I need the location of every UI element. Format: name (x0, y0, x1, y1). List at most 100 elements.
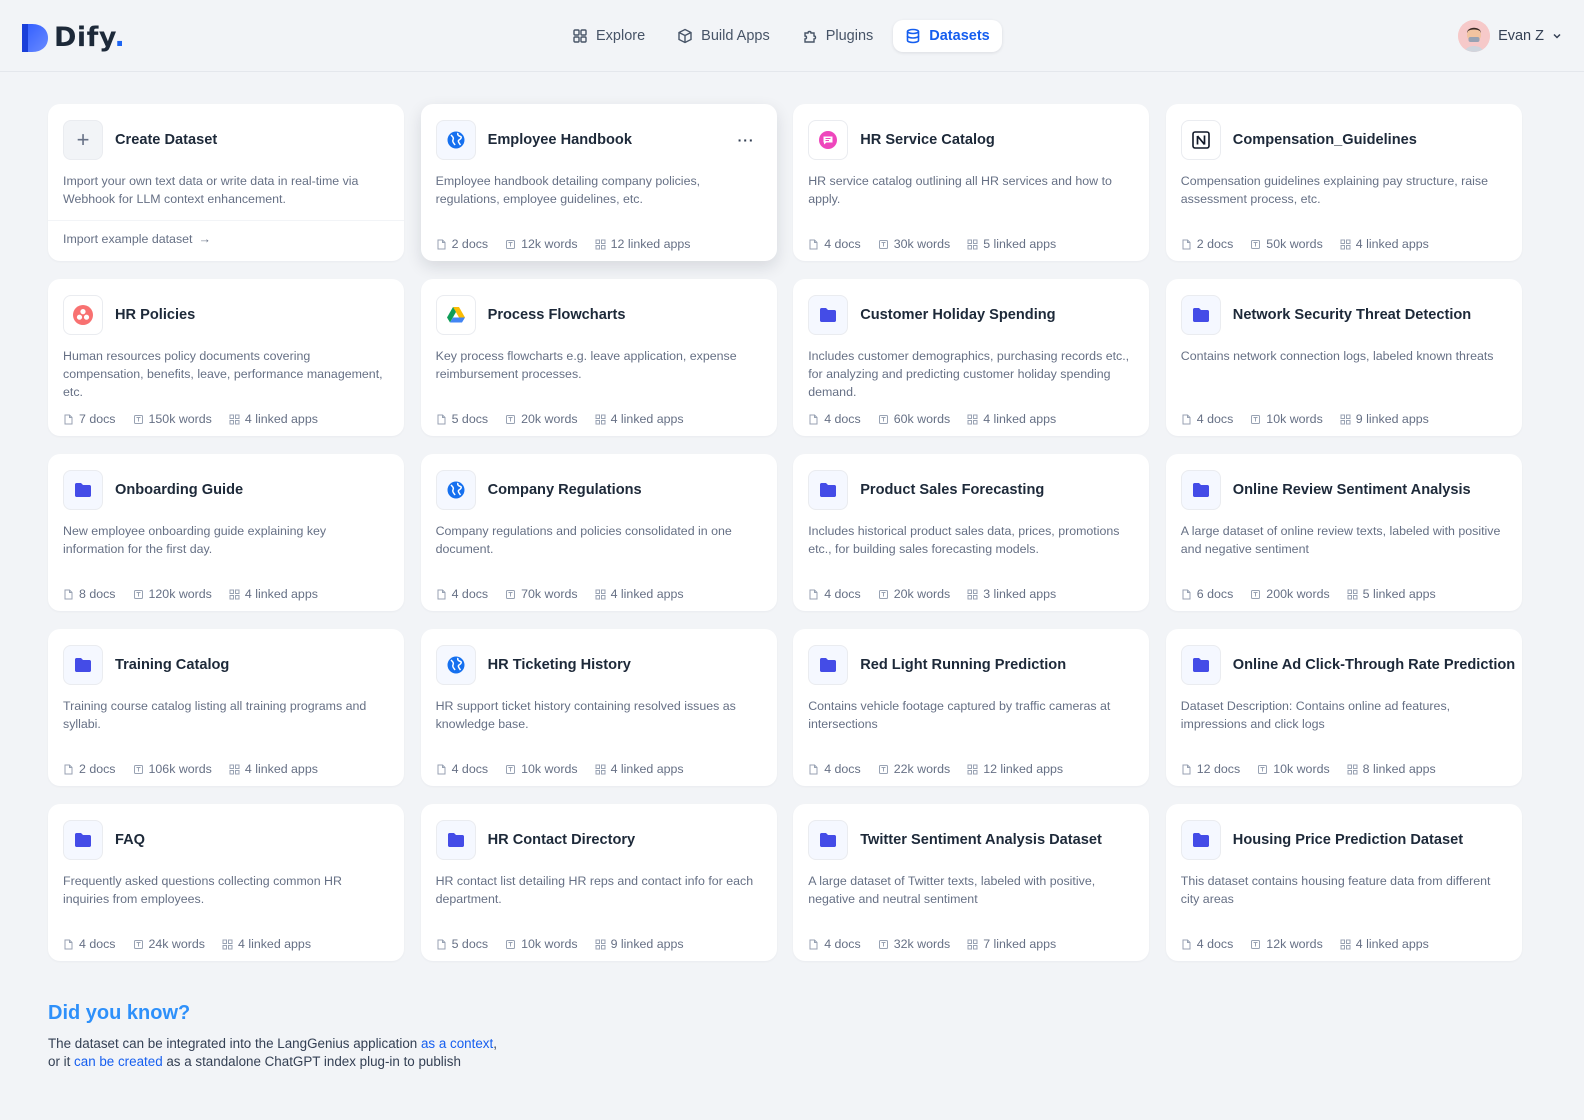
can-be-created-link[interactable]: can be created (74, 1054, 163, 1069)
dataset-meta: 5 docs 10k words 9 linked apps (436, 937, 684, 951)
dataset-meta: 5 docs 20k words 4 linked apps (436, 412, 684, 426)
create-dataset-head: + Create Dataset (63, 120, 389, 160)
linked-apps-text: 12 linked apps (983, 762, 1064, 776)
doc-count-text: 2 docs (79, 762, 116, 776)
nav-build-apps[interactable]: Build Apps (665, 20, 782, 52)
app-logo[interactable]: Dify. (22, 22, 125, 53)
dataset-card-head: Onboarding Guide (63, 470, 389, 510)
linked-apps-text: 4 linked apps (1355, 937, 1429, 951)
linked-apps: 8 linked apps (1347, 762, 1436, 776)
apps-grid-icon (967, 589, 978, 600)
dataset-title: Network Security Threat Detection (1232, 307, 1472, 323)
doc-count: 4 docs (1181, 412, 1234, 426)
dataset-description: Key process flowcharts e.g. leave applic… (435, 349, 737, 381)
doc-count-text: 5 docs (451, 937, 489, 951)
dataset-card-hr-contact-directory[interactable]: HR Contact Directory HR contact list deta… (420, 804, 777, 961)
dataset-card-company-regulations[interactable]: Company Regulations Company regulations a… (420, 454, 777, 611)
doc-count-text: 5 docs (451, 412, 489, 426)
dataset-description: Includes customer demographics, purchasi… (808, 349, 1130, 399)
notion-icon (1180, 120, 1221, 160)
document-icon (1181, 589, 1192, 600)
doc-count-text: 8 docs (79, 587, 116, 601)
dataset-description: New employee onboarding guide explaining… (63, 524, 327, 556)
dataset-card-online-ad-click-through-rate-prediction[interactable]: Online Ad Click-Through Rate Prediction D… (1165, 629, 1522, 786)
user-menu[interactable]: Evan Z (1458, 20, 1562, 52)
dataset-card-product-sales-forecasting[interactable]: Product Sales Forecasting Includes histo… (793, 454, 1150, 611)
dataset-card-head: Twitter Sentiment Analysis Dataset (808, 820, 1134, 860)
dataset-card-faq[interactable]: FAQ Frequently asked questions collecting… (48, 804, 404, 961)
dataset-card-employee-handbook[interactable]: Employee Handbook ··· Employee handbook de… (420, 104, 777, 261)
doc-count: 4 docs (808, 412, 861, 426)
apps-grid-icon (1347, 764, 1358, 775)
more-options-icon[interactable]: ··· (738, 132, 755, 148)
dataset-description: Dataset Description: Contains online ad … (1180, 699, 1451, 731)
create-dataset-card[interactable]: + Create Dataset Import your own text da… (48, 104, 404, 261)
dataset-card-hr-policies[interactable]: HR Policies Human resources policy docume… (48, 279, 404, 436)
plus-icon: + (63, 120, 103, 160)
dataset-card-twitter-sentiment-analysis-dataset[interactable]: Twitter Sentiment Analysis Dataset A larg… (793, 804, 1150, 961)
doc-count: 4 docs (808, 587, 861, 601)
dataset-card-customer-holiday-spending[interactable]: Customer Holiday Spending Includes custom… (793, 279, 1150, 436)
nav-explore[interactable]: Explore (560, 20, 657, 52)
word-count: 200k words (1250, 587, 1330, 601)
doc-count-text: 6 docs (1196, 587, 1234, 601)
document-icon (808, 414, 819, 425)
dataset-description: HR contact list detailing HR reps and co… (435, 874, 754, 906)
word-count: 10k words (505, 762, 578, 776)
folder-icon (1180, 295, 1221, 335)
dataset-description: Company regulations and policies consoli… (435, 524, 732, 556)
doc-count: 7 docs (63, 412, 116, 426)
dataset-card-head: Online Review Sentiment Analysis (1180, 470, 1507, 510)
dataset-card-training-catalog[interactable]: Training Catalog Training course catalog … (48, 629, 404, 786)
dataset-card-hr-service-catalog[interactable]: HR Service Catalog HR service catalog out… (793, 104, 1150, 261)
document-icon (808, 764, 819, 775)
doc-count: 4 docs (808, 237, 861, 251)
dataset-card-housing-price-prediction-dataset[interactable]: Housing Price Prediction Dataset This dat… (1165, 804, 1522, 961)
dataset-card-head: Customer Holiday Spending (808, 295, 1134, 335)
dataset-card-hr-ticketing-history[interactable]: HR Ticketing History HR support ticket hi… (420, 629, 777, 786)
dataset-card-process-flowcharts[interactable]: Process Flowcharts Key process flowcharts… (420, 279, 777, 436)
nav-plugins[interactable]: Plugins (790, 20, 886, 52)
dataset-card-head: Product Sales Forecasting (808, 470, 1134, 510)
dataset-title: Red Light Running Prediction (860, 657, 1067, 673)
linked-apps: 7 linked apps (967, 937, 1056, 951)
word-count: 70k words (505, 587, 578, 601)
apps-grid-icon (1340, 414, 1351, 425)
doc-count-text: 4 docs (1196, 412, 1234, 426)
dataset-card-head: Red Light Running Prediction (808, 645, 1134, 685)
apps-grid-icon (229, 589, 240, 600)
dataset-meta: 2 docs 50k words 4 linked apps (1181, 237, 1429, 251)
text-icon (505, 239, 516, 250)
dataset-card-red-light-running-prediction[interactable]: Red Light Running Prediction Contains veh… (793, 629, 1150, 786)
doc-count: 4 docs (808, 937, 861, 951)
text-icon (505, 764, 516, 775)
word-count-text: 22k words (893, 762, 951, 776)
avatar-image (1458, 20, 1491, 52)
dataset-card-online-review-sentiment-analysis[interactable]: Online Review Sentiment Analysis A large … (1165, 454, 1522, 611)
nav-datasets[interactable]: Datasets (893, 20, 1002, 52)
dataset-card-network-security-threat-detection[interactable]: Network Security Threat Detection Contain… (1165, 279, 1522, 436)
doc-count: 5 docs (436, 412, 489, 426)
dataset-card-onboarding-guide[interactable]: Onboarding Guide New employee onboarding … (48, 454, 404, 611)
doc-count-text: 4 docs (1196, 937, 1234, 951)
nav-plugins-label: Plugins (825, 28, 874, 44)
document-icon (63, 414, 74, 425)
import-example-link[interactable]: Import example dataset → (63, 232, 211, 246)
text-icon (133, 939, 144, 950)
word-count-text: 24k words (148, 937, 205, 951)
word-count: 20k words (878, 587, 950, 601)
dify-logo-icon (22, 23, 48, 52)
linked-apps-text: 3 linked apps (983, 587, 1057, 601)
linked-apps-text: 12 linked apps (610, 237, 691, 251)
as-a-context-link[interactable]: as a context (421, 1036, 493, 1051)
dataset-card-compensation-guidelines[interactable]: Compensation_Guidelines Compensation guid… (1165, 104, 1522, 261)
folder-icon (808, 645, 849, 685)
text-icon (1250, 939, 1261, 950)
dataset-description: Human resources policy documents coverin… (63, 349, 383, 399)
divider (48, 220, 404, 221)
word-count-text: 10k words (1266, 412, 1323, 426)
apps-grid-icon (229, 764, 240, 775)
doc-count: 2 docs (1181, 237, 1233, 251)
dataset-title: Product Sales Forecasting (860, 482, 1045, 498)
document-icon (808, 239, 819, 250)
